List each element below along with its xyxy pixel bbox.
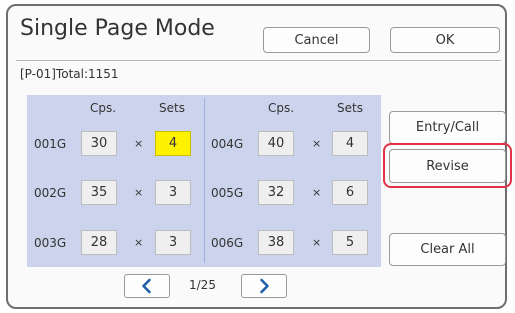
chevron-left-icon [142, 278, 151, 294]
page-indicator: 1/25 [189, 278, 216, 292]
ok-button[interactable]: OK [390, 27, 500, 53]
multiply-sign: × [312, 236, 322, 249]
copies-cell-004g[interactable]: 40 [258, 131, 294, 156]
group-label-005g: 005G [211, 186, 244, 200]
group-label-001g: 001G [34, 137, 67, 151]
copies-cell-003g[interactable]: 28 [81, 230, 117, 255]
panel-divider [204, 98, 205, 263]
sets-header-right: Sets [337, 101, 363, 115]
multiply-sign: × [134, 236, 144, 249]
sets-cell-002g[interactable]: 3 [155, 180, 191, 205]
group-label-002g: 002G [34, 186, 67, 200]
multiply-sign: × [312, 137, 322, 150]
sets-cell-005g[interactable]: 6 [332, 180, 368, 205]
sets-header-left: Sets [159, 101, 185, 115]
group-label-006g: 006G [211, 236, 244, 250]
sets-cell-006g[interactable]: 5 [332, 230, 368, 255]
multiply-sign: × [312, 186, 322, 199]
page-title: Single Page Mode [20, 16, 215, 41]
entry-call-button[interactable]: Entry/Call [389, 111, 506, 144]
sets-cell-004g[interactable]: 4 [332, 131, 368, 156]
sets-cell-001g[interactable]: 4 [155, 131, 191, 156]
clear-all-button[interactable]: Clear All [389, 233, 506, 266]
revise-button[interactable]: Revise [389, 149, 506, 183]
chevron-right-icon [260, 278, 269, 294]
copies-cell-006g[interactable]: 38 [258, 230, 294, 255]
job-info: [P-01]Total:1151 [20, 67, 119, 81]
copies-header-right: Cps. [268, 101, 295, 115]
copies-cell-001g[interactable]: 30 [81, 131, 117, 156]
group-label-003g: 003G [34, 236, 67, 250]
next-page-button[interactable] [241, 274, 287, 298]
copies-cell-002g[interactable]: 35 [81, 180, 117, 205]
copies-cell-005g[interactable]: 32 [258, 180, 294, 205]
prev-page-button[interactable] [124, 274, 170, 298]
multiply-sign: × [134, 186, 144, 199]
cancel-button[interactable]: Cancel [263, 27, 370, 53]
group-label-004g: 004G [211, 137, 244, 151]
copies-header-left: Cps. [90, 101, 117, 115]
multiply-sign: × [134, 137, 144, 150]
sets-cell-003g[interactable]: 3 [155, 230, 191, 255]
header-divider [16, 60, 501, 61]
